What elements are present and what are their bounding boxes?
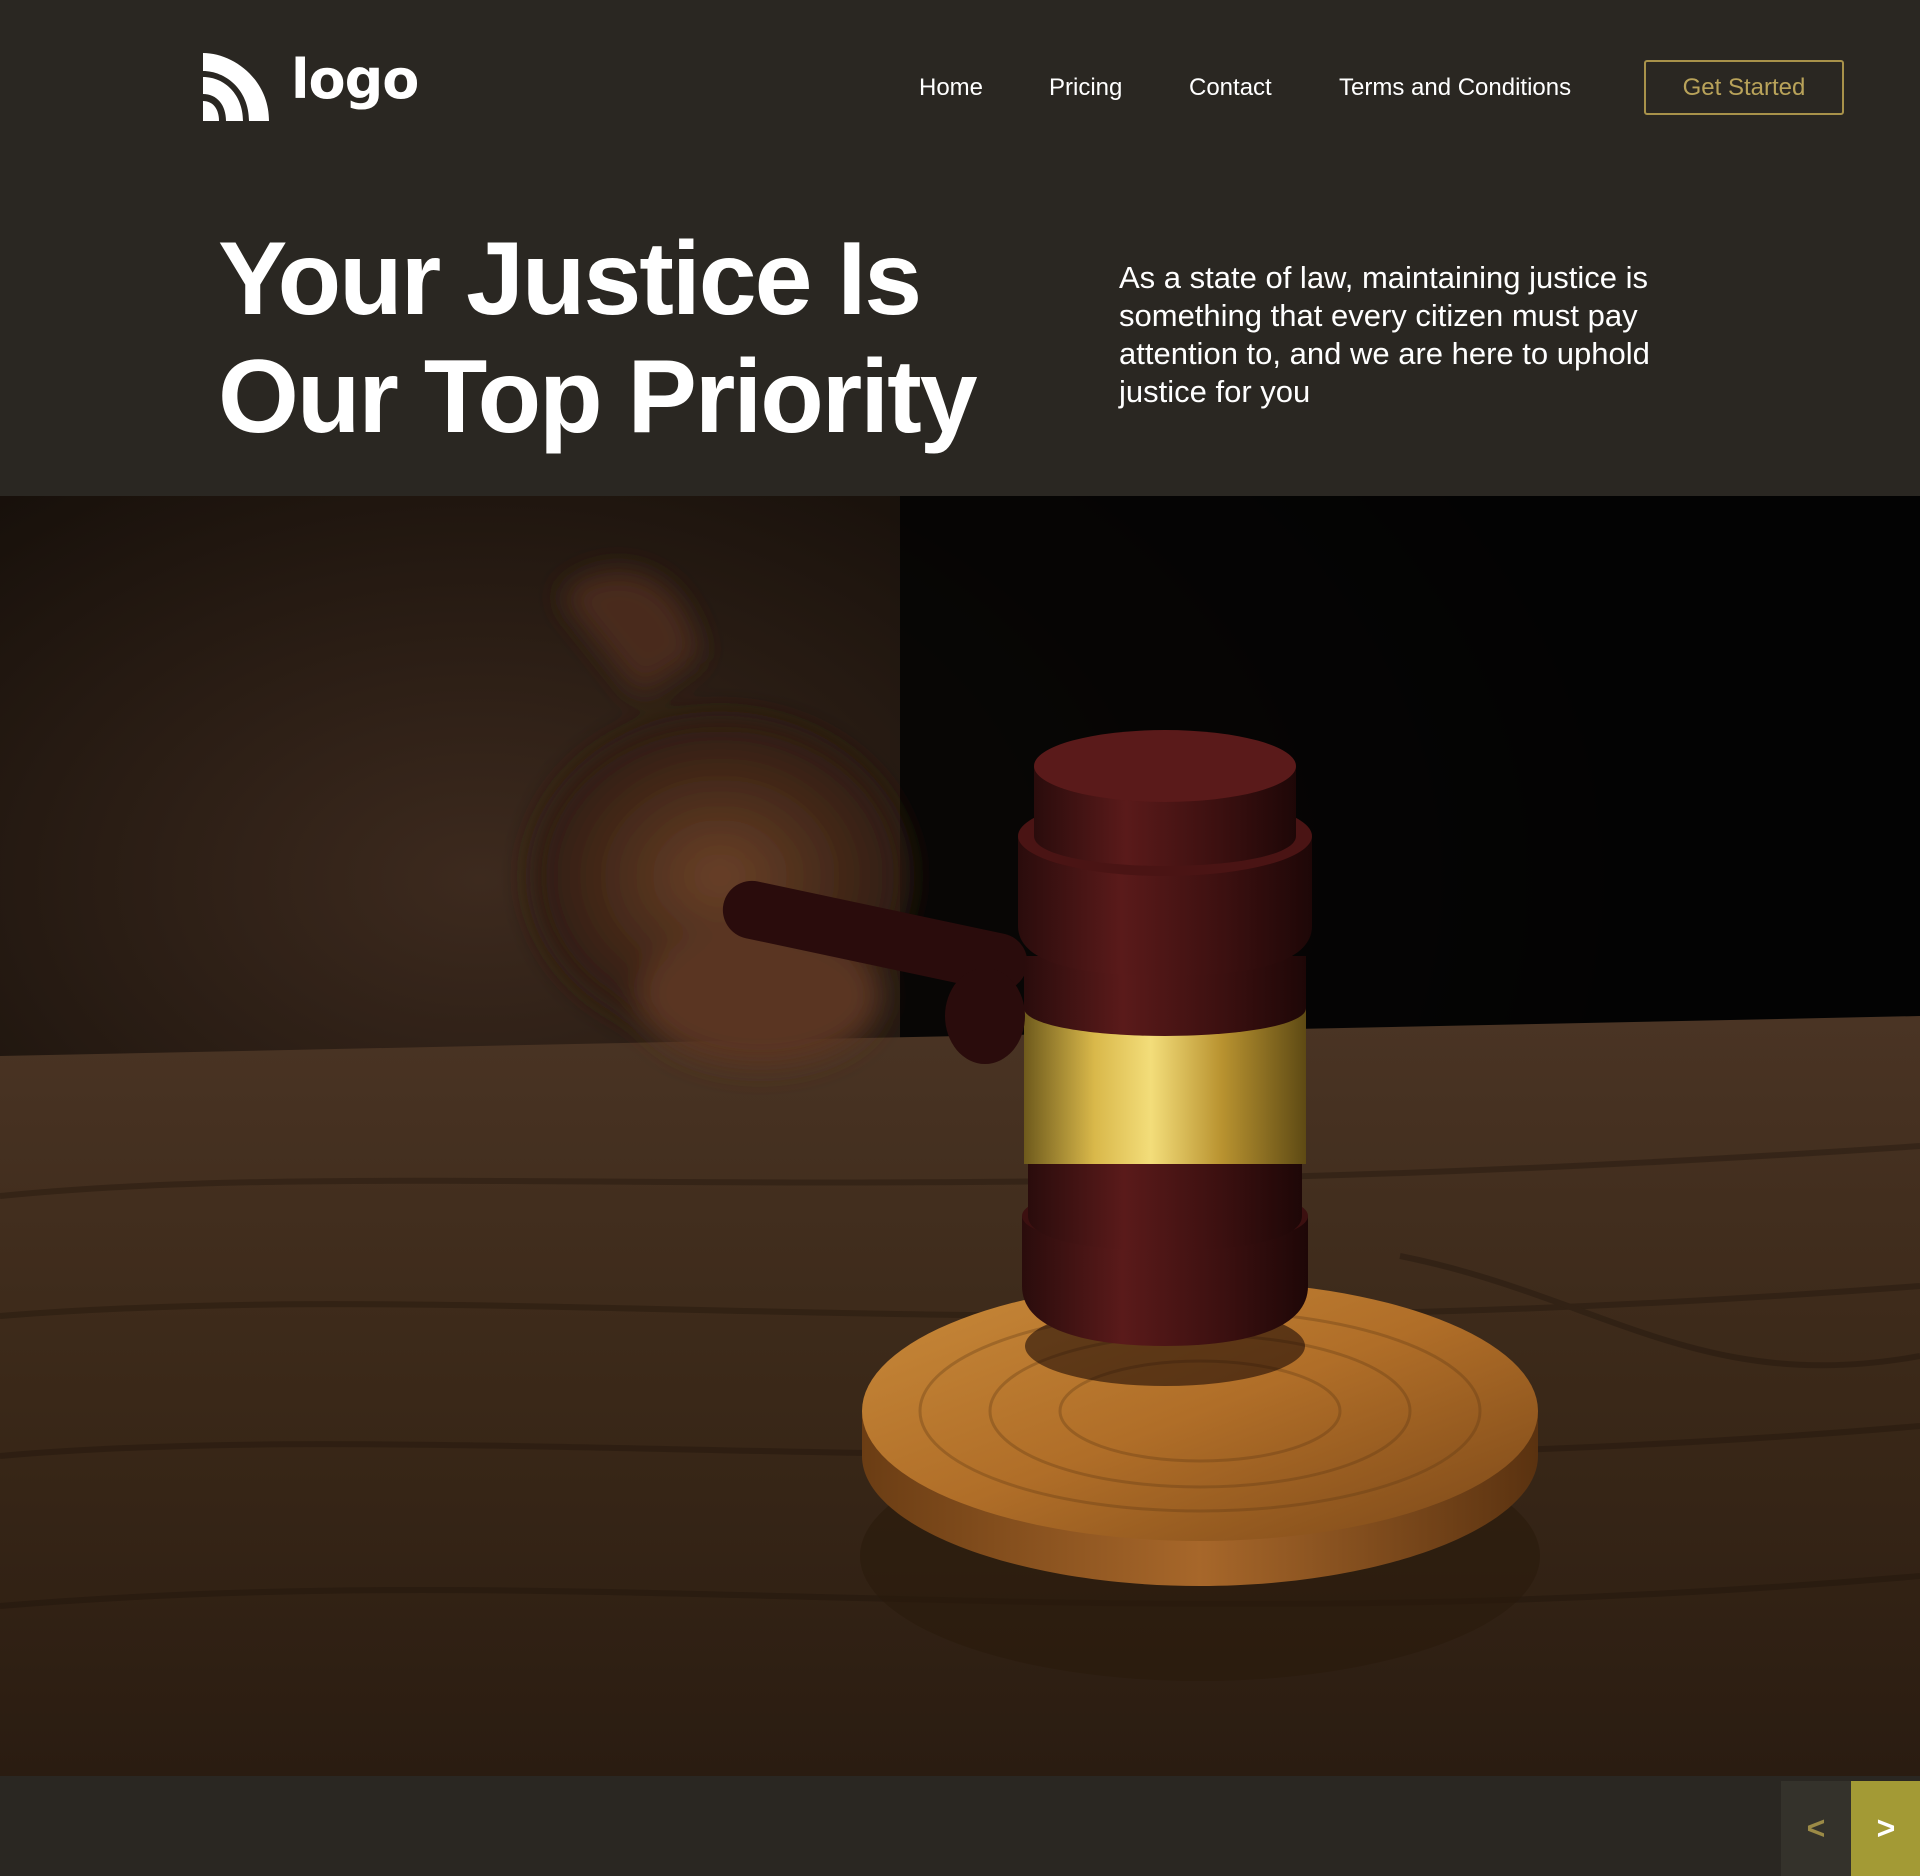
slider-prev-button[interactable]: < <box>1781 1781 1851 1876</box>
nav-contact[interactable]: Contact <box>1189 72 1272 104</box>
hero-title: Your Justice Is Our Top Priority <box>218 220 978 456</box>
get-started-button[interactable]: Get Started <box>1644 60 1844 115</box>
hero-gavel-image <box>0 496 1920 1776</box>
nav-home[interactable]: Home <box>919 72 983 104</box>
logo[interactable]: logo <box>199 48 419 123</box>
bottom-bar <box>0 1776 1920 1876</box>
logo-mark-icon <box>203 53 269 121</box>
logo-text: logo <box>291 48 419 111</box>
hero-title-line-1: Your Justice Is <box>218 221 922 337</box>
hero-title-line-2: Our Top Priority <box>218 339 978 455</box>
nav-pricing[interactable]: Pricing <box>1049 72 1122 104</box>
slider-next-button[interactable]: > <box>1851 1781 1920 1876</box>
site-header: logo Home Pricing Contact Terms and Cond… <box>0 0 1920 176</box>
hero-description: As a state of law, maintaining justice i… <box>1119 260 1650 409</box>
nav-terms-and-conditions[interactable]: Terms and Conditions <box>1339 72 1571 104</box>
